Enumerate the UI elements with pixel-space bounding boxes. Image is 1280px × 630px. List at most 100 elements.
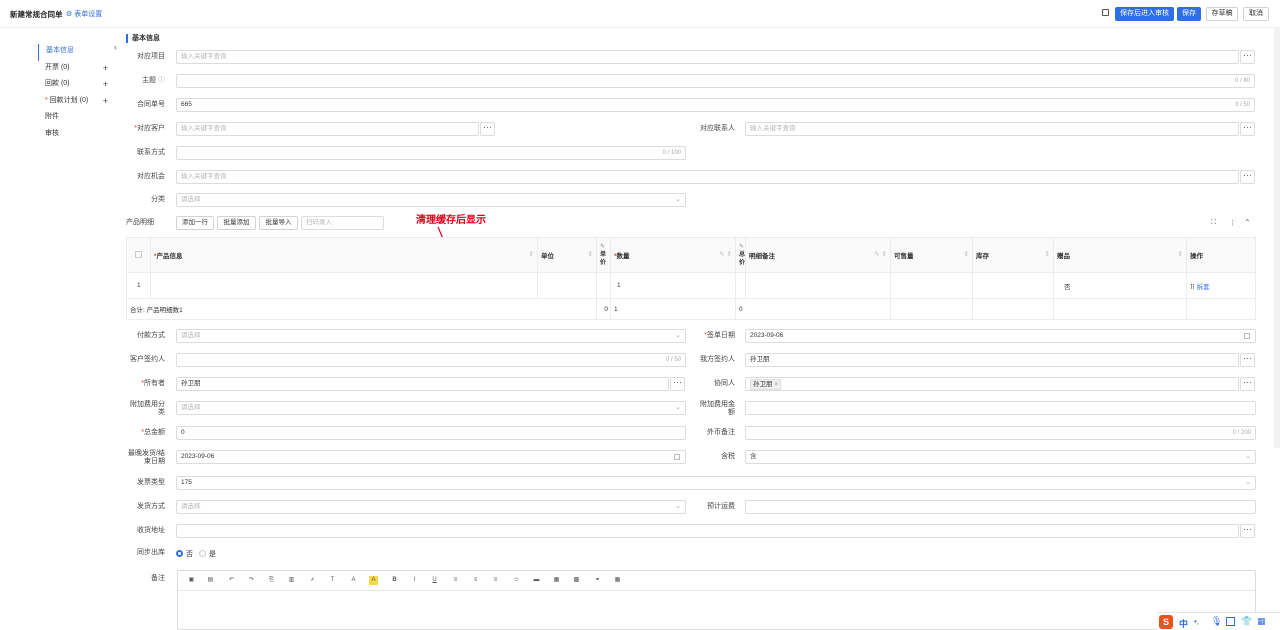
radio-no-label: 否 [186,551,193,558]
form-settings-link[interactable]: ⚙ 表单设置 [66,9,102,19]
customer-input[interactable]: 输入关键字查询 [176,122,479,136]
emoji-icon[interactable]: ☺ [512,576,521,585]
plus-icon[interactable]: + [103,94,108,108]
subject-input[interactable]: 0 / 80 [176,74,1255,88]
plus-icon[interactable]: + [103,61,108,75]
unbundle-link[interactable]: 拆套 [1197,284,1210,291]
bold-icon[interactable]: B [390,576,399,585]
drag-handle-icon[interactable]: ⠿ [1190,284,1197,291]
highlight-icon[interactable]: A [369,576,378,585]
sign-date-input[interactable]: 2023-09-06 [745,329,1256,343]
tax-select[interactable]: 含 ⌄ [745,450,1256,464]
address-input[interactable] [176,524,1239,538]
more-icon[interactable]: ··· [1240,50,1255,64]
collaborator-input[interactable]: 孙卫朋 × [745,377,1239,391]
gift-cell[interactable]: 否 [1053,272,1187,299]
scan-input[interactable]: 扫码录入 [301,216,384,230]
save-submit-button[interactable]: 保存后进入审核 [1115,7,1174,21]
scrollbar[interactable] [1274,28,1280,448]
editor-toolbar: ▣ ▤ ↶ ↷ ⎘ ▥ ⸙ T A A B I U ≡ ≡ ≡ ☺ ▬ ▦ ▩ … [178,571,1255,591]
owner-input[interactable]: 孙卫朋 [176,377,669,391]
sogou-logo-icon[interactable]: S [1159,615,1173,629]
more-icon[interactable]: ··· [1240,170,1255,184]
sidebar-item-audit[interactable]: 审核 [38,127,118,144]
more-icon[interactable]: ··· [1240,122,1255,136]
align-center-icon[interactable]: ≡ [471,576,480,585]
keyboard-icon[interactable] [1226,617,1235,626]
last-ship-input[interactable]: 2023-09-06 [176,450,686,464]
select-all-checkbox[interactable] [126,237,151,273]
screen-icon[interactable] [1102,9,1109,16]
ime-lang[interactable]: 中 [1179,617,1188,630]
total-input[interactable]: 0 [176,426,686,440]
plus-icon[interactable]: + [103,77,108,91]
payment-select[interactable]: 请选择 ⌄ [176,329,686,343]
redo-icon[interactable]: ↷ [247,576,256,585]
chevron-up-icon[interactable]: ⌃ [1244,218,1251,227]
sidebar-item-payment-plan[interactable]: * 回款计划 (0) + [38,94,118,111]
underline-icon[interactable]: U [430,576,439,585]
qty-cell[interactable]: 1 [610,272,736,299]
toolbox-icon[interactable]: ▦ [1257,616,1266,627]
table-icon[interactable]: ▦ [613,576,622,585]
align-left-icon[interactable]: ≡ [451,576,460,585]
contract-no-input[interactable]: 665 3 / 50 [176,98,1255,112]
font-size-icon[interactable]: T [328,576,337,585]
skin-icon[interactable]: 👕 [1241,616,1252,627]
project-input[interactable]: 输入关键字查询 [176,50,1239,64]
more-vertical-icon[interactable]: ⋮ [1229,219,1236,227]
punctuation-icon[interactable]: •, [1194,617,1199,626]
radio-yes[interactable] [199,550,206,557]
more-icon[interactable]: ··· [1240,377,1255,391]
template-icon[interactable]: ▤ [206,576,215,585]
extra-cat-select[interactable]: 请选择 ⌄ [176,401,686,415]
radio-yes-label: 是 [209,551,216,558]
radio-no[interactable] [176,550,183,557]
ship-method-select[interactable]: 请选择 ⌄ [176,500,686,514]
contact-input[interactable]: 输入关键字查询 [745,122,1239,136]
our-signer-input[interactable]: 孙卫朋 [745,353,1239,367]
source-icon[interactable]: ▣ [187,576,196,585]
copy-icon[interactable]: ⎘ [267,576,276,585]
sidebar-item-payment[interactable]: 回款 (0) + [38,77,118,94]
cancel-button[interactable]: 取消 [1243,7,1269,21]
category-select[interactable]: 请选择 ⌄ [176,193,686,207]
paste-icon[interactable]: ▥ [287,576,296,585]
more-icon[interactable]: ··· [1240,524,1255,538]
media-icon[interactable]: ▩ [572,576,581,585]
sidebar-item-basic[interactable]: 基本信息 [38,44,118,61]
font-color-icon[interactable]: A [349,576,358,585]
cust-signer-input[interactable]: 0 / 50 [176,353,686,367]
undo-icon[interactable]: ↶ [227,576,236,585]
invoice-type-select[interactable]: 175 ⌄ [176,476,1256,490]
more-icon[interactable]: ··· [670,377,685,391]
est-margin-input[interactable] [745,500,1256,514]
draft-button[interactable]: 存草稿 [1206,7,1238,21]
more-icon[interactable]: ··· [480,122,495,136]
fx-note-input[interactable]: 0 / 200 [745,426,1256,440]
opportunity-input[interactable]: 输入关键字查询 [176,170,1239,184]
remark-editor[interactable]: ▣ ▤ ↶ ↷ ⎘ ▥ ⸙ T A A B I U ≡ ≡ ≡ ☺ ▬ ▦ ▩ … [177,570,1256,630]
image-icon[interactable]: ▦ [552,576,561,585]
batch-add-button[interactable]: 批量添加 [217,216,256,230]
sidebar-item-attachment[interactable]: 附件 [38,110,118,127]
hr-icon[interactable]: ▬ [532,576,541,585]
note-cell[interactable] [745,272,891,299]
batch-import-button[interactable]: 批量导入 [259,216,298,230]
price-cell[interactable] [596,272,611,299]
extra-amt-input[interactable] [745,401,1256,415]
fullscreen-icon[interactable]: ⛶ [1211,219,1216,227]
more-icon[interactable]: ··· [1240,353,1255,367]
save-button[interactable]: 保存 [1177,7,1201,21]
italic-icon[interactable]: I [410,576,419,585]
align-right-icon[interactable]: ≡ [491,576,500,585]
add-row-button[interactable]: 添加一行 [176,216,214,230]
total-cell[interactable] [735,272,746,299]
link-icon[interactable]: ⚭ [593,576,602,585]
format-icon[interactable]: ⸙ [308,576,317,585]
sidebar-item-invoice[interactable]: 开票 (0) + [38,61,118,78]
unit-cell[interactable] [537,272,597,299]
product-cell[interactable] [150,272,538,299]
microphone-icon[interactable]: 🎙 [1211,616,1222,627]
phone-input[interactable]: 0 / 100 [176,146,686,160]
